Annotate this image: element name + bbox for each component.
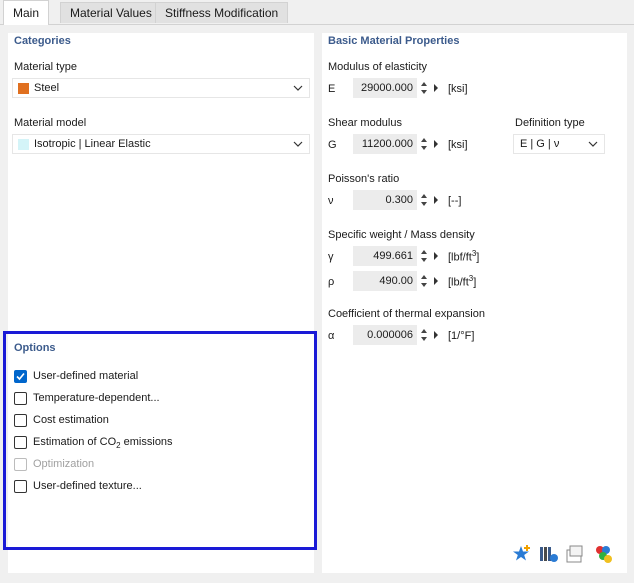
tab-main[interactable]: Main (3, 0, 50, 25)
basic-properties-title: Basic Material Properties (328, 35, 460, 47)
mass-density-unit: [lb/ft3] (448, 274, 476, 289)
gamma-unit-base: [lbf/ft (448, 251, 472, 264)
chevron-down-icon (293, 85, 303, 91)
tab-stiffness-modification[interactable]: Stiffness Modification (155, 2, 289, 23)
alpha-symbol: α (328, 330, 335, 342)
material-type-value: Steel (34, 82, 60, 94)
definition-type-value: E | G | ν (520, 138, 560, 150)
material-model-swatch (18, 139, 29, 150)
basic-properties-panel: Basic Material Properties Modulus of ela… (322, 33, 627, 573)
specific-weight-arrow[interactable] (432, 246, 440, 266)
modulus-input[interactable]: 29000.000 (353, 78, 417, 98)
library-icon (540, 547, 558, 562)
play-arrow-icon (434, 84, 438, 92)
definition-type-heading: Definition type (515, 117, 585, 129)
mass-density-input[interactable]: 490.00 (353, 271, 417, 291)
spinner-icon (421, 275, 427, 287)
tab-material-values[interactable]: Material Values (60, 2, 162, 23)
modulus-unit: [ksi] (448, 83, 468, 95)
poisson-arrow[interactable] (432, 190, 440, 210)
shear-input[interactable]: 11200.000 (353, 134, 417, 154)
tab-content: Categories Material type Steel Material … (0, 24, 634, 583)
gamma-unit-end: ] (476, 251, 480, 264)
thermal-arrow[interactable] (432, 325, 440, 345)
specific-weight-input[interactable]: 499.661 (353, 246, 417, 266)
categories-title: Categories (14, 35, 71, 47)
rho-symbol: ρ (328, 276, 335, 288)
modulus-spinner[interactable] (420, 78, 428, 98)
star-add-button[interactable] (512, 543, 534, 565)
play-arrow-icon (434, 277, 438, 285)
chevron-down-icon (588, 141, 598, 147)
definition-type-select[interactable]: E | G | ν (513, 134, 605, 154)
spinner-icon (421, 138, 427, 150)
modulus-symbol: E (328, 83, 336, 95)
poisson-symbol: ν (328, 195, 334, 207)
poisson-unit: [--] (448, 195, 462, 207)
modulus-heading: Modulus of elasticity (328, 61, 428, 73)
export-icon (566, 545, 583, 563)
chevron-down-icon (293, 141, 303, 147)
weight-heading: Specific weight / Mass density (328, 229, 475, 241)
spinner-icon (421, 194, 427, 206)
poisson-input[interactable]: 0.300 (353, 190, 417, 210)
thermal-spinner[interactable] (420, 325, 428, 345)
color-palette-button[interactable] (592, 543, 614, 565)
shear-unit: [ksi] (448, 139, 468, 151)
mass-density-arrow[interactable] (432, 271, 440, 291)
gamma-symbol: γ (328, 251, 334, 263)
rho-unit-base: [lb/ft (448, 276, 469, 289)
mass-density-spinner[interactable] (420, 271, 428, 291)
material-type-swatch (18, 83, 29, 94)
shear-symbol: G (328, 139, 337, 151)
shear-arrow[interactable] (432, 134, 440, 154)
export-button[interactable] (564, 543, 586, 565)
spinner-icon (421, 329, 427, 341)
specific-weight-spinner[interactable] (420, 246, 428, 266)
options-highlight-frame (3, 331, 317, 550)
modulus-arrow[interactable] (432, 78, 440, 98)
rho-unit-end: ] (473, 276, 477, 289)
star-add-icon (513, 545, 530, 561)
material-model-select[interactable]: Isotropic | Linear Elastic (12, 134, 310, 154)
material-model-value: Isotropic | Linear Elastic (34, 138, 151, 150)
material-model-label: Material model (14, 117, 87, 129)
play-arrow-icon (434, 331, 438, 339)
color-palette-icon (596, 546, 612, 563)
shear-spinner[interactable] (420, 134, 428, 154)
poisson-heading: Poisson's ratio (328, 173, 400, 185)
material-type-label: Material type (14, 61, 77, 73)
thermal-input[interactable]: 0.000006 (353, 325, 417, 345)
tab-bar: Main Material Values Stiffness Modificat… (0, 0, 634, 25)
library-button[interactable] (538, 543, 560, 565)
play-arrow-icon (434, 140, 438, 148)
spinner-icon (421, 82, 427, 94)
material-type-select[interactable]: Steel (12, 78, 310, 98)
play-arrow-icon (434, 196, 438, 204)
specific-weight-unit: [lbf/ft3] (448, 249, 479, 264)
spinner-icon (421, 250, 427, 262)
thermal-heading: Coefficient of thermal expansion (328, 308, 485, 320)
shear-heading: Shear modulus (328, 117, 402, 129)
play-arrow-icon (434, 252, 438, 260)
thermal-unit: [1/°F] (448, 330, 475, 342)
poisson-spinner[interactable] (420, 190, 428, 210)
